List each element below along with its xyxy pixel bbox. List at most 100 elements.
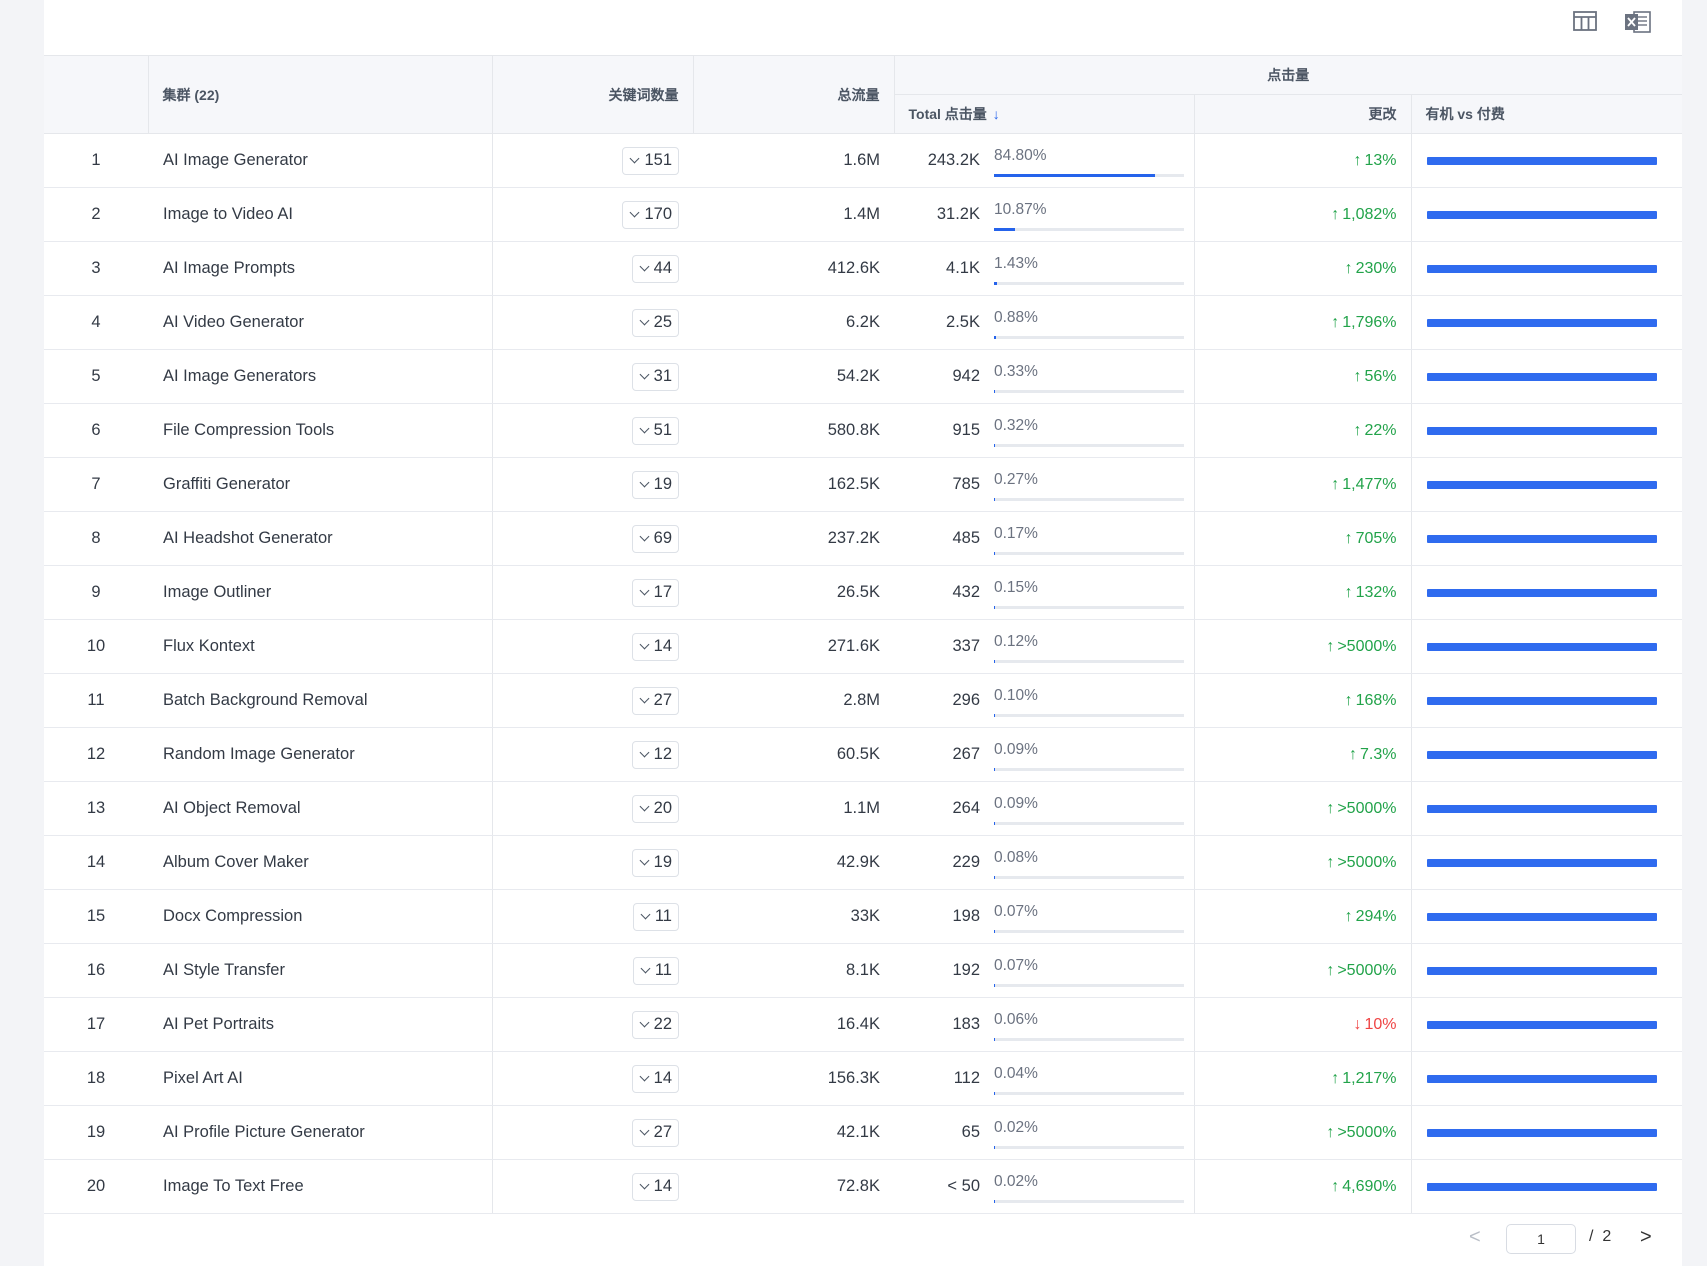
change-value: 56% <box>1364 367 1397 385</box>
keywords-expand-button[interactable]: 11 <box>632 902 679 931</box>
click-share: 0.07% <box>994 900 1184 934</box>
keywords-expand-button[interactable]: 170 <box>622 200 679 229</box>
table-row[interactable]: 18 Pixel Art AI 14 156.3K 112 0.04% ↑ 1,2… <box>44 1051 1682 1106</box>
table-row[interactable]: 1 AI Image Generator 151 1.6M 243.2K 84.… <box>44 133 1682 188</box>
cluster-name[interactable]: Image To Text Free <box>163 1177 304 1195</box>
cluster-name[interactable]: AI Image Generator <box>163 151 308 169</box>
next-page-icon[interactable]: > <box>1640 1226 1652 1249</box>
keywords-expand-button[interactable]: 11 <box>632 956 679 985</box>
click-share-fill <box>994 983 995 987</box>
change-value: >5000% <box>1337 799 1397 817</box>
table-row[interactable]: 17 AI Pet Portraits 22 16.4K 183 0.06% ↓… <box>44 997 1682 1052</box>
table-row[interactable]: 4 AI Video Generator 25 6.2K 2.5K 0.88% … <box>44 295 1682 350</box>
cluster-name[interactable]: File Compression Tools <box>163 421 334 439</box>
table-row[interactable]: 6 File Compression Tools 51 580.8K 915 0… <box>44 403 1682 458</box>
clicks-value: 485 <box>952 529 980 547</box>
keywords-expand-button[interactable]: 19 <box>631 470 679 499</box>
keywords-expand-button[interactable]: 51 <box>631 416 679 445</box>
table-row[interactable]: 7 Graffiti Generator 19 162.5K 785 0.27%… <box>44 457 1682 512</box>
cluster-name[interactable]: AI Profile Picture Generator <box>163 1123 365 1141</box>
page-number-input[interactable]: 1 <box>1506 1224 1576 1254</box>
cluster-name[interactable]: Batch Background Removal <box>163 691 368 709</box>
organic-vs-paid-bar <box>1426 642 1657 651</box>
keywords-expand-button[interactable]: 22 <box>631 1010 679 1039</box>
cluster-name[interactable]: Random Image Generator <box>163 745 355 763</box>
cluster-name[interactable]: Album Cover Maker <box>163 853 309 871</box>
keywords-count: 69 <box>653 529 672 547</box>
cluster-name[interactable]: AI Pet Portraits <box>163 1015 274 1033</box>
keywords-expand-button[interactable]: 20 <box>631 794 679 823</box>
change-header[interactable]: 更改 <box>1195 104 1411 124</box>
cluster-name[interactable]: AI Object Removal <box>163 799 301 817</box>
table-row[interactable]: 16 AI Style Transfer 11 8.1K 192 0.07% ↑… <box>44 943 1682 998</box>
table-columns-icon[interactable] <box>1572 9 1600 35</box>
keywords-expand-button[interactable]: 44 <box>631 254 679 283</box>
table-row[interactable]: 9 Image Outliner 17 26.5K 432 0.15% ↑ 132… <box>44 565 1682 620</box>
keywords-expand-button[interactable]: 14 <box>631 1064 679 1093</box>
click-share-track <box>994 173 1184 177</box>
click-share: 0.09% <box>994 738 1184 772</box>
cluster-name[interactable]: AI Image Generators <box>163 367 316 385</box>
table-row[interactable]: 10 Flux Kontext 14 271.6K 337 0.12% ↑ >50… <box>44 619 1682 674</box>
keywords-expand-button[interactable]: 27 <box>631 686 679 715</box>
chevron-down-icon <box>639 477 650 488</box>
table-row[interactable]: 20 Image To Text Free 14 72.8K < 50 0.02… <box>44 1159 1682 1214</box>
cluster-name[interactable]: Image to Video AI <box>163 205 293 223</box>
table-row[interactable]: 14 Album Cover Maker 19 42.9K 229 0.08% … <box>44 835 1682 890</box>
table-row[interactable]: 3 AI Image Prompts 44 412.6K 4.1K 1.43% … <box>44 241 1682 296</box>
keywords-count-header[interactable]: 关键词数量 <box>493 85 693 105</box>
keywords-expand-button[interactable]: 31 <box>631 362 679 391</box>
keywords-expand-button[interactable]: 14 <box>631 1172 679 1201</box>
cluster-name[interactable]: Docx Compression <box>163 907 302 925</box>
total-pages: 2 <box>1602 1228 1612 1245</box>
cluster-name[interactable]: Flux Kontext <box>163 637 255 655</box>
keywords-expand-button[interactable]: 17 <box>631 578 679 607</box>
organic-vs-paid-bar <box>1426 426 1657 435</box>
click-share: 84.80% <box>994 144 1184 178</box>
table-row[interactable]: 13 AI Object Removal 20 1.1M 264 0.09% ↑… <box>44 781 1682 836</box>
arrow-up-icon: ↑ <box>1326 799 1335 817</box>
cluster-name[interactable]: Graffiti Generator <box>163 475 290 493</box>
traffic-value: 16.4K <box>836 1015 880 1033</box>
cluster-name[interactable]: Pixel Art AI <box>163 1069 243 1087</box>
chevron-down-icon <box>640 963 651 974</box>
keywords-expand-button[interactable]: 27 <box>631 1118 679 1147</box>
table-toolbar <box>44 0 1682 55</box>
total-traffic-header[interactable]: 总流量 <box>694 85 894 105</box>
keywords-expand-button[interactable]: 151 <box>622 146 679 175</box>
keywords-expand-button[interactable]: 25 <box>631 308 679 337</box>
sort-desc-icon[interactable]: ↓ <box>993 106 1000 122</box>
table-row[interactable]: 5 AI Image Generators 31 54.2K 942 0.33%… <box>44 349 1682 404</box>
table-row[interactable]: 12 Random Image Generator 12 60.5K 267 0… <box>44 727 1682 782</box>
click-share-percent: 0.33% <box>994 362 1038 380</box>
table-row[interactable]: 8 AI Headshot Generator 69 237.2K 485 0.… <box>44 511 1682 566</box>
table-row[interactable]: 11 Batch Background Removal 27 2.8M 296 … <box>44 673 1682 728</box>
keywords-expand-button[interactable]: 19 <box>631 848 679 877</box>
traffic-value: 72.8K <box>836 1177 880 1195</box>
row-number: 8 <box>91 529 101 547</box>
clicks-group-header: 点击量 <box>1267 67 1310 83</box>
cluster-name[interactable]: AI Image Prompts <box>163 259 295 277</box>
cluster-name[interactable]: AI Video Generator <box>163 313 304 331</box>
total-clicks-label: Total 点击量 <box>908 106 987 122</box>
click-share-track <box>994 281 1184 285</box>
keywords-expand-button[interactable]: 14 <box>631 632 679 661</box>
chevron-down-icon <box>639 369 650 380</box>
table-row[interactable]: 15 Docx Compression 11 33K 198 0.07% ↑ 29… <box>44 889 1682 944</box>
click-share-fill <box>994 173 1156 177</box>
organic-vs-paid-bar <box>1426 858 1657 867</box>
clicks-value: 65 <box>961 1123 980 1141</box>
keywords-expand-button[interactable]: 69 <box>631 524 679 553</box>
cluster-name[interactable]: AI Headshot Generator <box>163 529 333 547</box>
excel-export-icon[interactable] <box>1624 9 1652 35</box>
chevron-down-icon <box>639 531 650 542</box>
organic-vs-paid-bar <box>1426 264 1657 273</box>
cluster-name[interactable]: Image Outliner <box>163 583 271 601</box>
total-clicks-header[interactable]: Total 点击量 ↓ <box>895 104 1194 124</box>
keywords-expand-button[interactable]: 12 <box>631 740 679 769</box>
cluster-name[interactable]: AI Style Transfer <box>163 961 285 979</box>
table-row[interactable]: 2 Image to Video AI 170 1.4M 31.2K 10.87… <box>44 187 1682 242</box>
table-row[interactable]: 19 AI Profile Picture Generator 27 42.1K… <box>44 1105 1682 1160</box>
click-share-track <box>994 389 1184 393</box>
prev-page-icon[interactable]: < <box>1469 1226 1481 1249</box>
